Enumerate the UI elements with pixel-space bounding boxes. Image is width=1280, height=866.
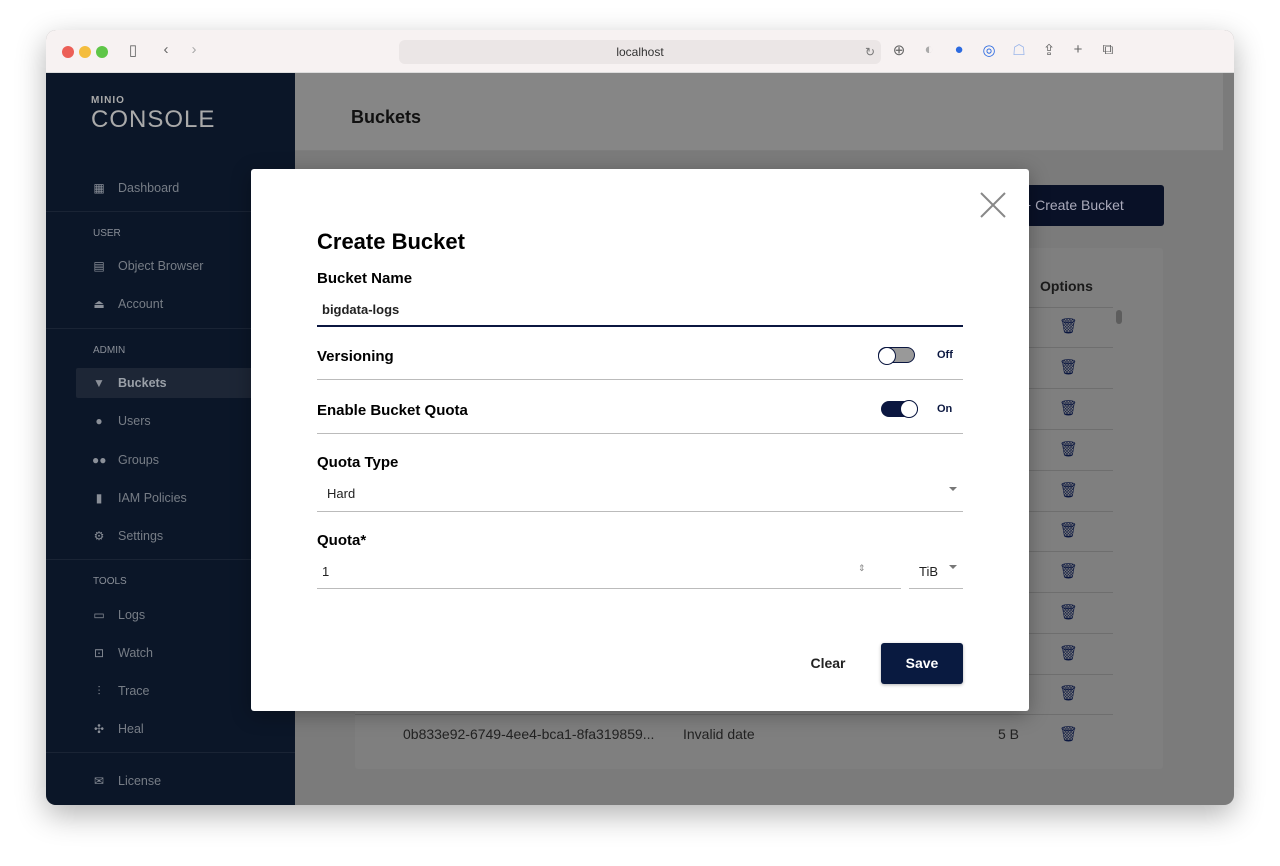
create-bucket-dialog: Create Bucket Bucket Name bigdata-logs V…: [251, 169, 1029, 711]
url-text: localhost: [616, 45, 664, 59]
tabs-overview-icon[interactable]: ⧉: [1098, 41, 1118, 58]
delete-bucket-icon[interactable]: 🗑︎: [1059, 562, 1078, 580]
ghost-icon[interactable]: ☖: [1009, 41, 1029, 59]
delete-bucket-icon[interactable]: 🗑︎: [1059, 521, 1078, 539]
quota-unit-select[interactable]: TiB: [919, 564, 938, 579]
user-icon: ●: [95, 414, 103, 428]
reload-icon[interactable]: ↻: [865, 40, 875, 64]
enable-quota-toggle[interactable]: [881, 400, 918, 418]
share-icon[interactable]: ⇪: [1039, 41, 1059, 59]
save-button[interactable]: Save: [881, 643, 963, 684]
quota-type-select[interactable]: Hard: [327, 486, 355, 501]
versioning-state: Off: [937, 349, 953, 361]
watch-icon: ⊡: [93, 646, 105, 660]
enable-quota-state: On: [937, 403, 953, 415]
address-bar[interactable]: localhost ↻: [399, 40, 881, 64]
bucket-icon: ▼: [93, 376, 105, 390]
enable-quota-label: Enable Bucket Quota: [317, 402, 468, 419]
section-user: USER: [93, 228, 121, 239]
label: Create Bucket: [1035, 197, 1124, 213]
password-manager-icon[interactable]: ◎: [979, 41, 999, 59]
bucket-name-input[interactable]: bigdata-logs: [322, 302, 399, 317]
bucket-name-cell[interactable]: 0b833e92-6749-4ee4-bca1-8fa319859...: [403, 726, 654, 742]
logo-text: CONSOLE: [91, 106, 216, 133]
dashboard-icon: ▦: [93, 181, 105, 195]
sidebar-item-heal[interactable]: ✣ Heal: [76, 714, 295, 744]
label: Heal: [118, 722, 144, 736]
label: Trace: [118, 684, 150, 698]
bell-icon: ⏏: [93, 297, 105, 311]
bucket-date-cell: Invalid date: [683, 726, 755, 742]
chevron-down-icon[interactable]: [949, 565, 957, 569]
new-tab-icon[interactable]: +: [1068, 41, 1088, 58]
sidebar-item-license[interactable]: ✉ License: [76, 766, 295, 796]
clear-button[interactable]: Clear: [798, 645, 858, 681]
adblock-icon[interactable]: ●: [949, 41, 969, 58]
logo: MINIO: [91, 95, 125, 106]
browser-toolbar: ▯ ‹ › localhost ↻ ⊕ ◐ ● ◎ ☖ ⇪ + ⧉: [46, 30, 1234, 73]
section-tools: TOOLS: [93, 576, 127, 587]
label: License: [118, 774, 162, 788]
delete-bucket-icon[interactable]: 🗑︎: [1059, 684, 1078, 702]
bucket-size-cell: 5 B: [998, 726, 1020, 742]
dialog-title: Create Bucket: [317, 229, 465, 254]
settings-icon: ⚙: [93, 529, 105, 543]
options-header: Options: [1040, 278, 1093, 294]
file-icon: ▤: [93, 259, 105, 273]
versioning-label: Versioning: [317, 348, 394, 365]
back-icon[interactable]: ‹: [156, 41, 176, 58]
label: Buckets: [118, 376, 167, 390]
label: Account: [118, 297, 164, 311]
label: Logs: [118, 608, 146, 622]
quota-label: Quota*: [317, 532, 367, 549]
label: IAM Policies: [118, 491, 187, 505]
delete-bucket-icon[interactable]: 🗑︎: [1059, 399, 1078, 417]
delete-bucket-icon[interactable]: 🗑︎: [1059, 440, 1078, 458]
shield-icon[interactable]: ◐: [919, 41, 939, 58]
heal-icon: ✣: [93, 722, 105, 736]
label: Users: [118, 414, 151, 428]
label: Settings: [118, 529, 164, 543]
bucket-name-label: Bucket Name: [317, 270, 413, 287]
quota-type-label: Quota Type: [317, 454, 399, 471]
page-header: Buckets: [295, 73, 1223, 151]
delete-bucket-icon[interactable]: 🗑︎: [1059, 725, 1078, 743]
label: Dashboard: [118, 181, 180, 195]
close-icon[interactable]: [979, 191, 1007, 219]
quota-input[interactable]: 1: [322, 564, 329, 579]
page-title: Buckets: [351, 107, 422, 127]
label: Watch: [118, 646, 153, 660]
trace-icon: ⫶: [97, 683, 101, 698]
delete-bucket-icon[interactable]: 🗑︎: [1059, 481, 1078, 499]
close-window-button[interactable]: [62, 46, 74, 58]
number-stepper-icon[interactable]: ⇕: [858, 563, 866, 574]
groups-icon: ●●: [92, 453, 107, 467]
logs-icon: ▭: [93, 608, 105, 622]
table-scrollbar[interactable]: [1116, 310, 1122, 324]
forward-icon[interactable]: ›: [184, 41, 204, 58]
minimize-window-button[interactable]: [79, 46, 91, 58]
delete-bucket-icon[interactable]: 🗑︎: [1059, 358, 1078, 376]
download-icon[interactable]: ⊕: [889, 41, 909, 59]
delete-bucket-icon[interactable]: 🗑︎: [1059, 317, 1078, 335]
label: Groups: [118, 453, 159, 467]
label: Object Browser: [118, 259, 204, 273]
create-bucket-button[interactable]: + Create Bucket: [1011, 185, 1164, 226]
license-icon: ✉: [93, 774, 105, 788]
section-admin: ADMIN: [93, 345, 126, 356]
bookmark-icon: ▮: [95, 491, 103, 505]
sidebar-toggle-icon[interactable]: ▯: [123, 41, 143, 59]
chevron-down-icon[interactable]: [949, 487, 957, 491]
maximize-window-button[interactable]: [96, 46, 108, 58]
versioning-toggle[interactable]: [878, 347, 915, 365]
delete-bucket-icon[interactable]: 🗑︎: [1059, 603, 1078, 621]
delete-bucket-icon[interactable]: 🗑︎: [1059, 644, 1078, 662]
